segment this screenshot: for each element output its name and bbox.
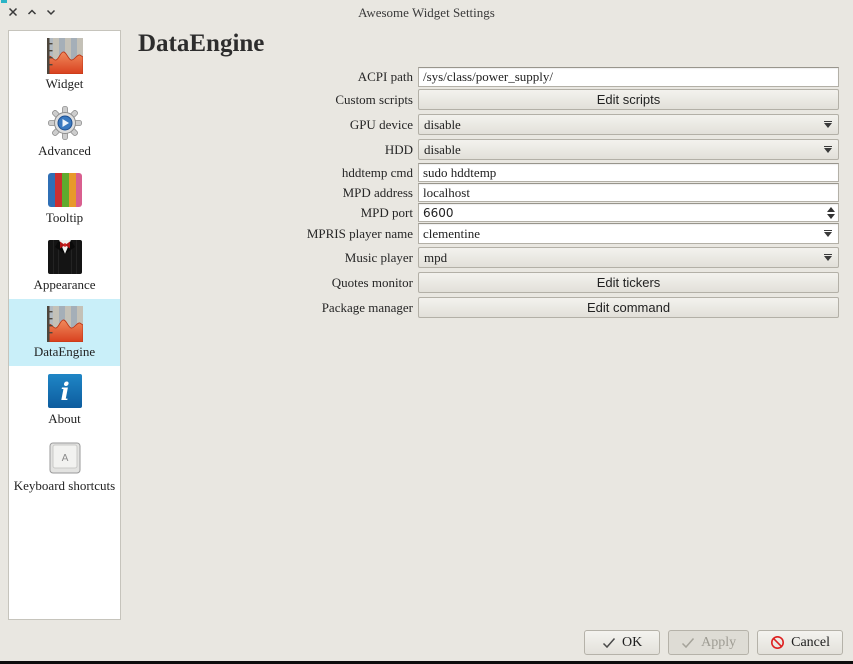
titlebar: Awesome Widget Settings — [0, 0, 853, 24]
sidebar-item-label: Appearance — [9, 277, 120, 293]
sidebar-item-label: DataEngine — [9, 344, 120, 360]
edit-scripts-button[interactable]: Edit scripts — [418, 89, 839, 110]
acpi-path-input[interactable] — [418, 67, 839, 87]
spin-down-icon — [827, 214, 835, 219]
dropdown-arrow-icon — [824, 232, 832, 237]
sidebar-item-advanced[interactable]: Advanced — [9, 98, 120, 165]
screen-corner-artifact — [1, 0, 7, 3]
sidebar-item-widget[interactable]: Widget — [9, 31, 120, 98]
chart-icon — [47, 38, 83, 74]
field-label: ACPI path — [138, 69, 418, 85]
form-row-package-manager: Package manager Edit command — [138, 297, 844, 318]
hddtemp-cmd-input[interactable] — [418, 163, 839, 182]
field-label: HDD — [138, 142, 418, 158]
field-label: MPRIS player name — [138, 226, 418, 242]
form-row-mpris-player-name: MPRIS player name — [138, 223, 844, 244]
music-player-dropdown[interactable]: mpd — [418, 247, 839, 268]
spinbox-arrows[interactable] — [827, 203, 835, 222]
color-stripes-icon — [48, 173, 82, 207]
sidebar-item-keyboard-shortcuts[interactable]: A Keyboard shortcuts — [9, 433, 120, 500]
mpd-address-input[interactable] — [418, 183, 839, 202]
info-icon: i — [48, 374, 82, 408]
svg-text:A: A — [61, 453, 68, 464]
form-row-hdd: HDD disable — [138, 139, 844, 160]
field-label: MPD port — [138, 205, 418, 221]
cancel-icon — [770, 635, 785, 650]
sidebar-item-label: Keyboard shortcuts — [9, 478, 120, 494]
spin-up-icon — [827, 207, 835, 212]
field-label: Quotes monitor — [138, 275, 418, 291]
sidebar-item-appearance[interactable]: Appearance — [9, 232, 120, 299]
sidebar-item-dataengine[interactable]: DataEngine — [9, 299, 120, 366]
dropdown-arrow-icon — [824, 123, 832, 128]
form-row-custom-scripts: Custom scripts Edit scripts — [138, 89, 844, 110]
settings-sidebar: Widget Advanced Toolt — [8, 30, 121, 620]
form-row-music-player: Music player mpd — [138, 247, 844, 268]
form-row-quotes-monitor: Quotes monitor Edit tickers — [138, 272, 844, 293]
checkmark-icon — [602, 637, 616, 649]
sidebar-item-label: Tooltip — [9, 210, 120, 226]
field-label: Custom scripts — [138, 92, 418, 108]
sidebar-item-tooltip[interactable]: Tooltip — [9, 165, 120, 232]
sidebar-item-label: Advanced — [9, 143, 120, 159]
tuxedo-icon — [48, 240, 82, 274]
gear-icon — [47, 105, 83, 141]
dropdown-arrow-icon — [824, 256, 832, 261]
hdd-dropdown[interactable]: disable — [418, 139, 839, 160]
field-label: Package manager — [138, 300, 418, 316]
cancel-button[interactable]: Cancel — [757, 630, 843, 655]
window-title: Awesome Widget Settings — [0, 5, 853, 21]
form-row-mpd-port: MPD port — [138, 203, 844, 222]
sidebar-item-about[interactable]: i About — [9, 366, 120, 433]
edit-tickers-button[interactable]: Edit tickers — [418, 272, 839, 293]
apply-button[interactable]: Apply — [668, 630, 749, 655]
mpd-port-spinbox[interactable] — [418, 203, 839, 222]
dataengine-form: ACPI path Custom scripts Edit scripts GP… — [138, 67, 844, 318]
field-label: MPD address — [138, 185, 418, 201]
checkmark-icon — [681, 637, 695, 649]
form-row-acpi-path: ACPI path — [138, 67, 844, 87]
field-label: GPU device — [138, 117, 418, 133]
sidebar-item-label: Widget — [9, 76, 120, 92]
gpu-device-dropdown[interactable]: disable — [418, 114, 839, 135]
dialog-buttons: OK Apply Cancel — [584, 630, 843, 655]
chart-icon — [47, 306, 83, 342]
dropdown-arrow-icon — [824, 148, 832, 153]
keycap-icon: A — [49, 442, 81, 474]
form-row-gpu-device: GPU device disable — [138, 114, 844, 135]
form-row-mpd-address: MPD address — [138, 183, 844, 202]
sidebar-item-label: About — [9, 411, 120, 427]
edit-command-button[interactable]: Edit command — [418, 297, 839, 318]
mpris-player-combobox[interactable] — [418, 223, 839, 244]
field-label: Music player — [138, 250, 418, 266]
svg-text:i: i — [60, 377, 69, 406]
page-title: DataEngine — [138, 30, 264, 58]
ok-button[interactable]: OK — [584, 630, 660, 655]
form-row-hddtemp-cmd: hddtemp cmd — [138, 163, 844, 182]
field-label: hddtemp cmd — [138, 165, 418, 181]
